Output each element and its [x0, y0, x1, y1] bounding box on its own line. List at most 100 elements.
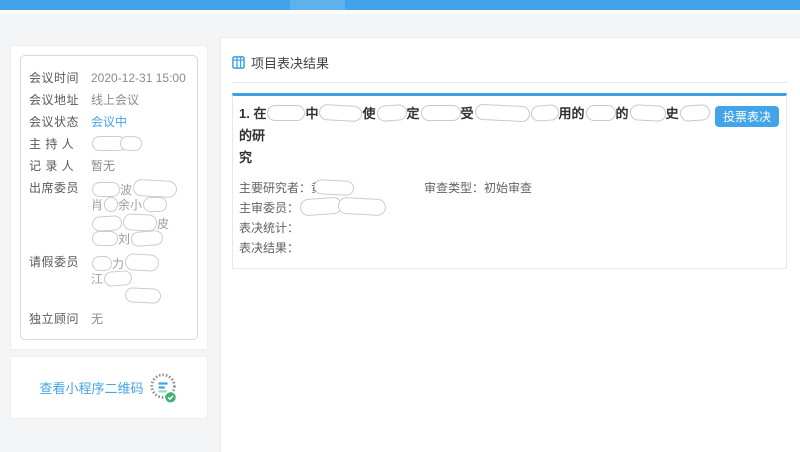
vote-stats-label: 表决统计：	[239, 221, 299, 235]
redaction-blob	[125, 287, 162, 304]
redaction-blob	[376, 104, 407, 122]
meeting-time-label: 会议时间	[29, 70, 79, 86]
attendee-name-line: 刘	[91, 231, 177, 248]
absentees-row: 请假委员 力 江	[29, 254, 192, 305]
review-type-value: 初始审查	[484, 181, 532, 195]
redaction-blob	[92, 215, 123, 232]
top-nav-bar	[0, 0, 800, 10]
redaction-blob	[314, 179, 355, 196]
vote-item-fields: 主要研究者：黄 审查类型：初始审查 主审委员： 表决统计： 表决结果：	[239, 178, 779, 258]
name-fragment: 波	[120, 183, 132, 197]
redaction-blob	[131, 230, 164, 247]
vote-button[interactable]: 投票表决	[715, 106, 779, 127]
redaction-blob	[125, 253, 160, 272]
title-fragment: 的	[616, 106, 629, 121]
vote-results-panel: 项目表决结果 1. 在 中 使 定 受 用的 的 史的研 究 投票表决 主要研究者：黄 审查类…	[220, 37, 800, 452]
attendees-value-redacted: 波 肖 余小 皮 刘	[91, 180, 177, 248]
attendee-name-line: 波	[91, 180, 177, 197]
advisor-label: 独立顾问	[29, 311, 79, 327]
redaction-blob	[104, 197, 119, 213]
attendee-name-line: 肖 余小	[91, 197, 177, 214]
redaction-blob	[133, 179, 178, 198]
redaction-blob	[421, 105, 461, 121]
vote-item-head: 1. 在 中 使 定 受 用的 的 史的研 究 投票表决	[239, 103, 779, 169]
vote-result-field: 表决结果：	[239, 238, 779, 258]
redaction-blob	[338, 197, 387, 216]
title-fragment: 的研	[239, 128, 265, 143]
panel-title: 项目表决结果	[251, 53, 329, 72]
pi-label: 主要研究者：	[239, 181, 311, 195]
name-fragment: 余小	[118, 198, 142, 212]
attendees-row: 出席委员 波 肖 余小 皮 刘	[29, 180, 192, 248]
attendees-label: 出席委员	[29, 180, 79, 248]
redaction-blob	[629, 104, 666, 122]
title-fragment: 中	[305, 106, 318, 121]
absentees-value-redacted: 力 江	[91, 254, 161, 305]
top-nav-highlight	[290, 0, 345, 10]
name-fragment: 刘	[118, 232, 130, 246]
redaction-blob	[530, 104, 559, 122]
miniprogram-qr-icon[interactable]	[149, 371, 179, 405]
redaction-blob	[92, 182, 120, 197]
meeting-address-label: 会议地址	[29, 92, 79, 108]
main-reviewer-field: 主审委员：	[239, 198, 779, 218]
top-bar-divider	[0, 10, 800, 14]
recorder-value: 暂无	[91, 158, 115, 174]
name-fragment: 皮	[157, 217, 169, 231]
view-miniprogram-qr-link[interactable]: 查看小程序二维码	[39, 378, 143, 397]
title-fragment-line2: 究	[239, 147, 715, 169]
absentee-name-line: 力	[91, 254, 161, 271]
host-value-redacted	[91, 136, 142, 152]
title-fragment: 用的	[559, 106, 585, 121]
title-fragment: 受	[461, 106, 474, 121]
redaction-blob	[586, 105, 616, 121]
title-fragment: 史	[666, 106, 679, 121]
redaction-blob	[104, 270, 133, 287]
host-label: 主 持 人	[29, 136, 79, 152]
meeting-status-row: 会议状态 会议中	[29, 114, 192, 130]
project-title-redacted: 1. 在 中 使 定 受 用的 的 史的研 究	[239, 103, 715, 169]
redaction-blob	[120, 135, 143, 151]
meeting-info-panel: 会议时间 2020-12-31 15:00 会议地址 线上会议 会议状态 会议中…	[10, 45, 208, 350]
title-fragment: 使	[362, 106, 375, 121]
redaction-blob	[474, 104, 530, 123]
recorder-label: 记 录 人	[29, 158, 79, 174]
title-fragment: 定	[407, 106, 420, 121]
advisor-value: 无	[91, 311, 103, 327]
review-type-label: 审查类型：	[424, 181, 484, 195]
review-type-field: 审查类型：初始审查	[424, 178, 532, 198]
attendee-name-line: 皮	[91, 214, 177, 231]
host-row: 主 持 人	[29, 136, 192, 152]
name-fragment: 力	[112, 257, 124, 271]
redaction-blob	[123, 213, 158, 232]
meeting-address-value: 线上会议	[91, 92, 139, 108]
vote-result-label: 表决结果：	[239, 241, 299, 255]
meeting-address-row: 会议地址 线上会议	[29, 92, 192, 108]
vote-stats-field: 表决统计：	[239, 218, 779, 238]
recorder-row: 记 录 人 暂无	[29, 158, 192, 174]
redaction-blob	[92, 231, 118, 246]
principal-investigator-field: 主要研究者：黄	[239, 178, 424, 198]
name-fragment: 江	[91, 272, 103, 286]
redaction-blob	[143, 197, 167, 212]
title-fragment: 1. 在	[239, 106, 266, 121]
redaction-blob	[267, 105, 305, 121]
absentee-name-line	[91, 288, 161, 305]
meeting-time-value: 2020-12-31 15:00	[91, 70, 186, 86]
name-fragment: 肖	[91, 198, 103, 212]
ledger-icon	[232, 56, 245, 69]
meeting-status-badge: 会议中	[91, 114, 127, 130]
redaction-blob	[319, 104, 363, 122]
main-reviewer-label: 主审委员：	[239, 201, 299, 215]
redaction-blob	[679, 104, 710, 122]
advisor-row: 独立顾问 无	[29, 311, 192, 327]
qr-code-card: 查看小程序二维码	[10, 356, 208, 419]
vote-item-card: 1. 在 中 使 定 受 用的 的 史的研 究 投票表决 主要研究者：黄 审查类型：初始审查 …	[232, 93, 787, 269]
absentees-label: 请假委员	[29, 254, 79, 305]
meeting-info-card: 会议时间 2020-12-31 15:00 会议地址 线上会议 会议状态 会议中…	[20, 55, 198, 340]
redaction-blob	[92, 256, 112, 271]
meeting-status-label: 会议状态	[29, 114, 79, 130]
panel-header: 项目表决结果	[232, 53, 787, 83]
redaction-blob	[299, 197, 342, 217]
absentee-name-line: 江	[91, 271, 161, 288]
